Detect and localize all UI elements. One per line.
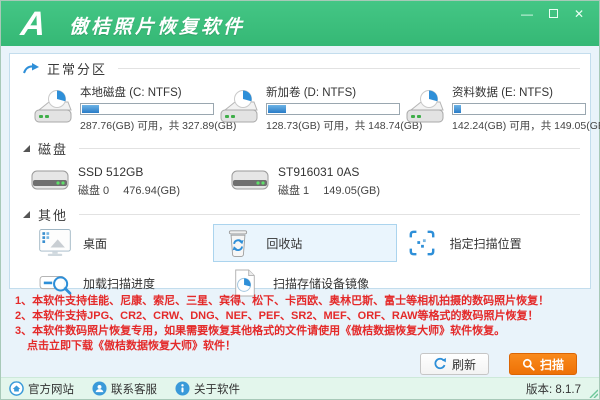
disk-sub: 磁盘 1 149.05(GB) — [278, 182, 380, 198]
refresh-icon — [434, 357, 446, 370]
partition-item-e[interactable]: 资料数据 (E: NTFS) 142.24(GB) 可用，共 149.05(GB… — [402, 78, 600, 138]
recycle-bin-icon — [220, 227, 256, 259]
partition-name: 资料数据 (E: NTFS) — [452, 86, 553, 99]
download-link[interactable]: 点击立即下载《傲桔数据恢复大师》软件！ — [15, 339, 589, 354]
refresh-button[interactable]: 刷新 — [419, 353, 489, 375]
disk-size: 476.94(GB) — [123, 184, 181, 197]
main-area: 正常分区 本地磁盘 (C: NTFS) 287.76(GB) 可用，共 327.… — [1, 46, 600, 377]
item-scan-location[interactable]: 指定扫描位置 — [397, 224, 580, 262]
notes: 1、本软件支持佳能、尼康、索尼、三星、宾得、松下、卡西欧、奥林巴斯、富士等相机拍… — [15, 294, 589, 354]
item-desktop[interactable]: 桌面 — [30, 224, 213, 262]
section-title-disks: 磁盘 — [38, 141, 69, 157]
home-icon — [9, 381, 24, 396]
drive-partition-icon — [34, 90, 72, 123]
disk-item-1[interactable]: ST916031 0AS 磁盘 1 149.05(GB) — [230, 158, 430, 204]
item-label: 桌面 — [83, 236, 108, 251]
partition-usage-bar — [452, 102, 586, 115]
disk-name: ST916031 0AS — [278, 164, 360, 179]
about-software-link[interactable]: 关于软件 — [175, 381, 240, 397]
scan-label: 扫描 — [539, 357, 564, 372]
scan-button[interactable]: 扫描 — [508, 353, 577, 375]
partition-name: 新加卷 (D: NTFS) — [266, 86, 357, 99]
official-site-link[interactable]: 官方网站 — [9, 381, 74, 397]
partition-name: 本地磁盘 (C: NTFS) — [80, 86, 182, 99]
minimize-button[interactable]: — — [517, 5, 537, 23]
maximize-icon — [548, 9, 558, 18]
partition-item-d[interactable]: 新加卷 (D: NTFS) 128.73(GB) 可用，共 148.74(GB) — [216, 78, 423, 138]
partition-info: 本地磁盘 (C: NTFS) 287.76(GB) 可用，共 327.89(GB… — [80, 84, 237, 133]
note-line-2: 2、本软件支持JPG、CR2、CRW、DNG、NEF、PEF、SR2、MEF、O… — [15, 310, 539, 322]
partition-usage-fill — [82, 104, 99, 113]
note-line-1: 1、本软件支持佳能、尼康、索尼、三星、宾得、松下、卡西欧、奥林巴斯、富士等相机拍… — [15, 295, 550, 307]
info-icon — [175, 381, 190, 396]
expander-icon — [23, 144, 30, 152]
partition-item-c[interactable]: 本地磁盘 (C: NTFS) 287.76(GB) 可用，共 327.89(GB… — [30, 78, 237, 138]
close-button[interactable]: ✕ — [569, 5, 589, 23]
partition-capacity: 287.76(GB) 可用，共 327.89(GB) — [80, 119, 237, 132]
headset-icon — [92, 381, 107, 396]
contact-support-link[interactable]: 联系客服 — [92, 381, 157, 397]
app-logo: A — [19, 5, 48, 43]
footer-bar: 官方网站 联系客服 关于软件 版本: 8.1.7 — [1, 377, 599, 399]
disk-label: 磁盘 0 — [78, 184, 110, 197]
desktop-icon — [37, 227, 73, 259]
about-software-label: 关于软件 — [194, 383, 240, 396]
item-label: 加载扫描进度 — [83, 276, 156, 291]
hard-disk-icon — [231, 170, 269, 190]
expander-icon — [23, 210, 30, 218]
hard-disk-icon — [31, 170, 69, 190]
partition-capacity: 128.73(GB) 可用，共 148.74(GB) — [266, 119, 423, 132]
disk-row: SSD 512GB 磁盘 0 476.94(GB) ST916031 0AS 磁盘… — [22, 158, 580, 204]
disk-info: ST916031 0AS 磁盘 1 149.05(GB) — [278, 165, 380, 198]
partition-usage-bar — [80, 102, 214, 115]
disk-label: 磁盘 1 — [278, 184, 310, 197]
item-label: 扫描存储设备镜像 — [273, 276, 370, 291]
others-header[interactable]: 其他 — [22, 204, 580, 224]
other-row-1: 桌面 回收站 指定扫描位置 — [30, 224, 580, 262]
disk-name: SSD 512GB — [78, 164, 144, 179]
drive-partition-icon — [220, 90, 258, 123]
item-label: 指定扫描位置 — [449, 236, 522, 251]
disks-header[interactable]: 磁盘 — [22, 138, 580, 158]
scan-location-icon — [404, 229, 440, 257]
version-label: 版本: 8.1.7 — [526, 383, 581, 396]
app-window: A 傲桔照片恢复软件 — ✕ 正常分区 本地磁盘 (C: NTFS) 287.7… — [0, 0, 600, 400]
disk-size: 149.05(GB) — [323, 184, 381, 197]
partition-arrow-icon — [23, 62, 39, 73]
device-panel: 正常分区 本地磁盘 (C: NTFS) 287.76(GB) 可用，共 327.… — [9, 53, 600, 297]
partition-usage-fill — [268, 104, 287, 113]
titlebar: A 傲桔照片恢复软件 — ✕ — [1, 1, 599, 46]
note-line-3: 3、本软件数码照片恢复专用，如果需要恢复其他格式的文件请使用《傲桔数据恢复大师》… — [15, 325, 506, 337]
partitions-header[interactable]: 正常分区 — [22, 58, 580, 78]
section-title-partitions: 正常分区 — [47, 61, 108, 77]
disk-sub: 磁盘 0 476.94(GB) — [78, 182, 180, 198]
partition-row: 本地磁盘 (C: NTFS) 287.76(GB) 可用，共 327.89(GB… — [22, 78, 600, 138]
window-controls: — ✕ — [517, 5, 589, 23]
section-title-others: 其他 — [38, 207, 69, 223]
load-progress-icon — [37, 269, 73, 297]
disk-info: SSD 512GB 磁盘 0 476.94(GB) — [78, 165, 180, 198]
resize-grip[interactable] — [588, 388, 598, 398]
other-grid: 桌面 回收站 指定扫描位置 加载扫描进度 扫描存储设备镜像 — [22, 224, 580, 302]
partition-info: 资料数据 (E: NTFS) 142.24(GB) 可用，共 149.05(GB… — [452, 84, 600, 133]
partition-usage-bar — [266, 102, 400, 115]
action-buttons: 刷新 扫描 — [419, 353, 577, 375]
partition-capacity: 142.24(GB) 可用，共 149.05(GB) — [452, 119, 600, 132]
scan-magnifier-icon — [522, 358, 535, 371]
refresh-label: 刷新 — [451, 357, 476, 372]
official-site-label: 官方网站 — [28, 383, 74, 396]
drive-partition-icon — [406, 90, 444, 123]
item-recycle-bin[interactable]: 回收站 — [213, 224, 397, 262]
maximize-button[interactable] — [543, 5, 563, 23]
divider — [118, 67, 580, 69]
disk-item-0[interactable]: SSD 512GB 磁盘 0 476.94(GB) — [30, 158, 230, 204]
contact-support-label: 联系客服 — [111, 383, 157, 396]
partition-info: 新加卷 (D: NTFS) 128.73(GB) 可用，共 148.74(GB) — [266, 84, 423, 133]
divider — [79, 213, 580, 215]
divider — [79, 147, 580, 149]
app-title: 傲桔照片恢复软件 — [69, 17, 246, 38]
item-label: 回收站 — [266, 236, 303, 251]
partition-usage-fill — [454, 104, 461, 113]
